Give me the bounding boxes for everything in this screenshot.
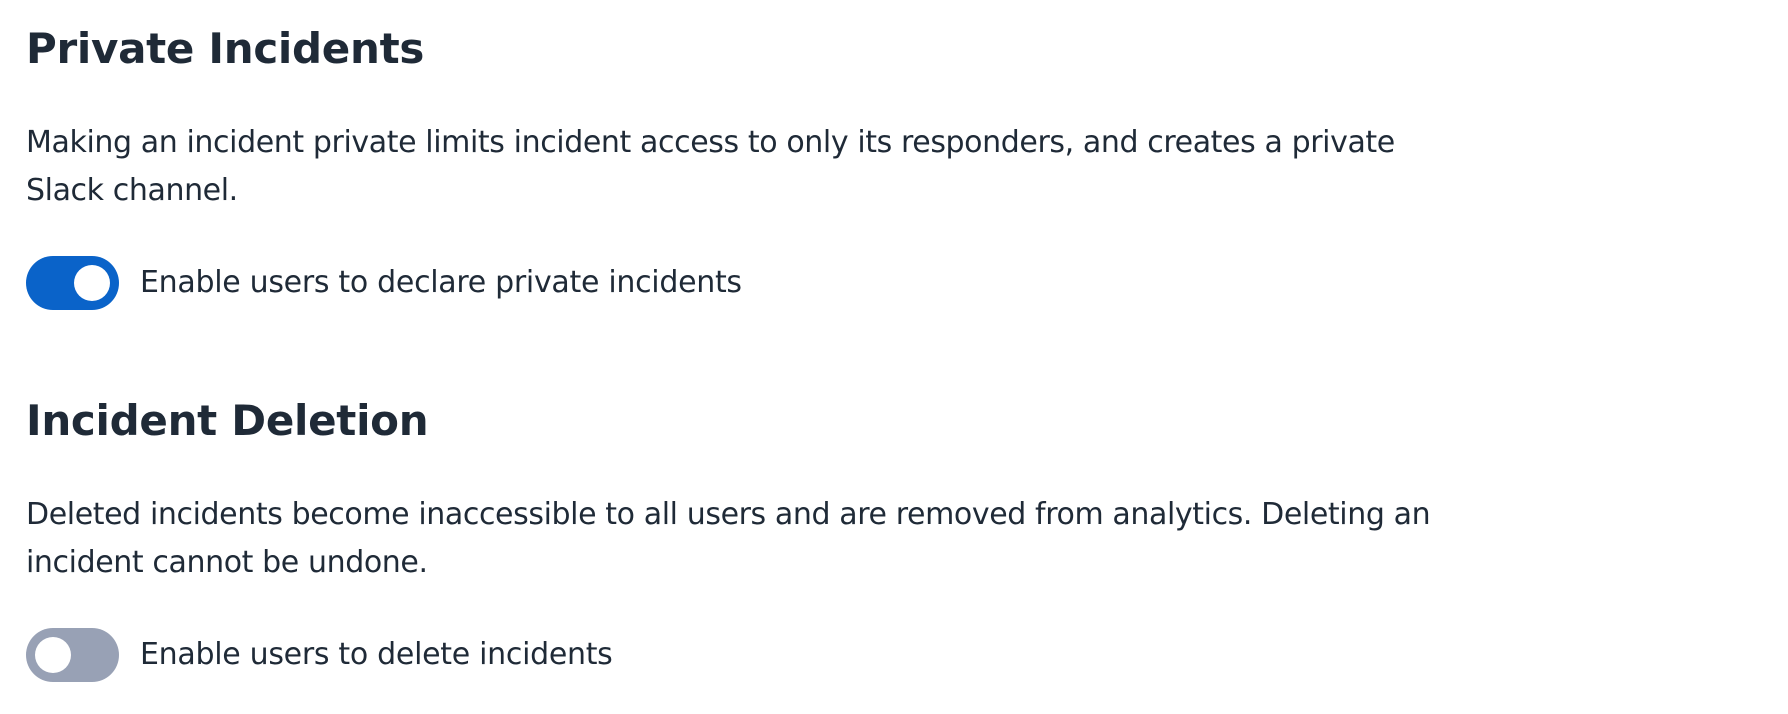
private-incidents-toggle[interactable]	[26, 256, 119, 310]
toggle-knob	[74, 265, 110, 301]
incident-deletion-description: Deleted incidents become inaccessible to…	[26, 497, 1431, 580]
incident-deletion-toggle-row[interactable]: Enable users to delete incidents	[26, 628, 613, 682]
incident-deletion-title: Incident Deletion	[26, 396, 429, 445]
private-incidents-title: Private Incidents	[26, 24, 425, 73]
incident-deletion-toggle[interactable]	[26, 628, 119, 682]
private-incidents-description: Making an incident private limits incide…	[26, 125, 1395, 208]
private-incidents-toggle-row[interactable]: Enable users to declare private incident…	[26, 256, 742, 310]
incident-deletion-toggle-label[interactable]: Enable users to delete incidents	[140, 635, 613, 675]
toggle-knob	[35, 637, 71, 673]
private-incidents-toggle-label[interactable]: Enable users to declare private incident…	[140, 263, 742, 303]
